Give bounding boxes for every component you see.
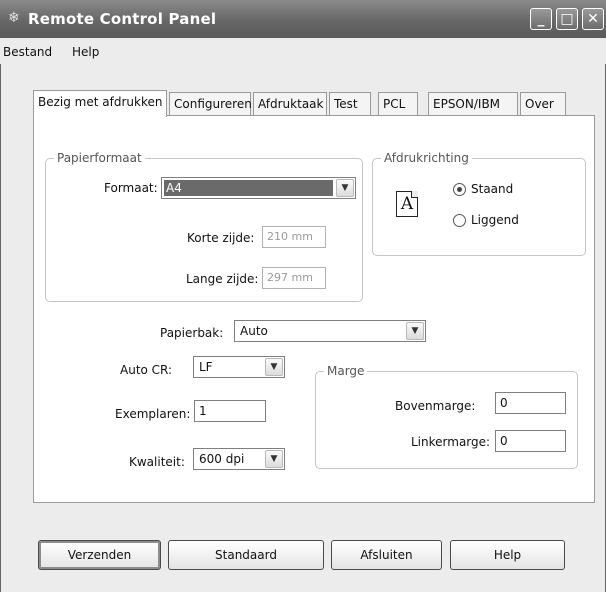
exemplaren-label: Exemplaren: xyxy=(115,407,191,421)
verzenden-button[interactable]: Verzenden xyxy=(38,540,161,570)
tab-afdruktaak[interactable]: Afdruktaak xyxy=(253,92,327,115)
close-button[interactable]: ✕ xyxy=(582,8,604,30)
korte-zijde-label: Korte zijde: xyxy=(187,231,255,245)
bovenmarge-label: Bovenmarge: xyxy=(395,399,476,413)
tab-epson-ibm[interactable]: EPSON/IBM xyxy=(428,92,518,115)
formaat-label: Formaat: xyxy=(104,181,158,195)
kwaliteit-select[interactable]: 600 dpi ▼ xyxy=(193,448,285,470)
papierbak-select[interactable]: Auto ▼ xyxy=(234,320,426,342)
bovenmarge-input[interactable]: 0 xyxy=(495,392,566,414)
menu-help[interactable]: Help xyxy=(72,45,99,59)
linkermarge-label: Linkermarge: xyxy=(411,435,491,449)
lange-zijde-input[interactable]: 297 mm xyxy=(262,267,326,289)
papierformaat-label: Papierformaat xyxy=(54,151,145,165)
afdrukrichting-label: Afdrukrichting xyxy=(381,151,472,165)
formaat-value: A4 xyxy=(164,180,333,196)
printer-icon: ❄ xyxy=(8,10,20,26)
papierbak-value: Auto xyxy=(240,324,268,338)
title-bar: ❄ Remote Control Panel _ □ ✕ xyxy=(0,0,606,38)
help-button[interactable]: Help xyxy=(450,540,565,570)
minimize-button[interactable]: _ xyxy=(530,8,552,30)
chevron-down-icon[interactable]: ▼ xyxy=(265,358,283,376)
lange-zijde-label: Lange zijde: xyxy=(186,272,259,286)
menu-bar: Bestand Help xyxy=(0,38,606,64)
auto-cr-value: LF xyxy=(199,360,213,374)
tab-bezig-met-afdrukken[interactable]: Bezig met afdrukken xyxy=(33,90,167,117)
kwaliteit-value: 600 dpi xyxy=(199,452,245,466)
exemplaren-input[interactable]: 1 xyxy=(194,400,266,422)
auto-cr-select[interactable]: LF ▼ xyxy=(193,356,285,378)
standaard-button[interactable]: Standaard xyxy=(168,540,324,570)
formaat-select[interactable]: A4 ▼ xyxy=(161,177,356,199)
tab-panel: Papierformaat Formaat: A4 ▼ Korte zijde:… xyxy=(33,115,595,503)
staand-radio[interactable] xyxy=(453,183,466,196)
chevron-down-icon[interactable]: ▼ xyxy=(336,179,354,197)
tab-configureren[interactable]: Configureren xyxy=(169,92,252,115)
tab-test[interactable]: Test xyxy=(329,92,371,115)
chevron-down-icon[interactable]: ▼ xyxy=(265,450,283,468)
portrait-orientation-icon: A xyxy=(396,191,418,217)
liggend-label[interactable]: Liggend xyxy=(471,213,519,227)
tab-pcl[interactable]: PCL xyxy=(378,92,418,115)
tab-over[interactable]: Over xyxy=(520,92,566,115)
kwaliteit-label: Kwaliteit: xyxy=(129,455,185,469)
window-title: Remote Control Panel xyxy=(28,10,217,28)
liggend-radio[interactable] xyxy=(453,214,466,227)
papierbak-label: Papierbak: xyxy=(160,326,224,340)
menu-bestand[interactable]: Bestand xyxy=(3,45,52,59)
auto-cr-label: Auto CR: xyxy=(120,363,173,377)
maximize-button[interactable]: □ xyxy=(556,8,578,30)
afsluiten-button[interactable]: Afsluiten xyxy=(331,540,442,570)
staand-label[interactable]: Staand xyxy=(471,182,513,196)
marge-group: Marge xyxy=(315,364,578,469)
linkermarge-input[interactable]: 0 xyxy=(495,430,566,452)
korte-zijde-input[interactable]: 210 mm xyxy=(262,226,326,248)
chevron-down-icon[interactable]: ▼ xyxy=(406,322,424,340)
marge-label: Marge xyxy=(324,364,368,378)
